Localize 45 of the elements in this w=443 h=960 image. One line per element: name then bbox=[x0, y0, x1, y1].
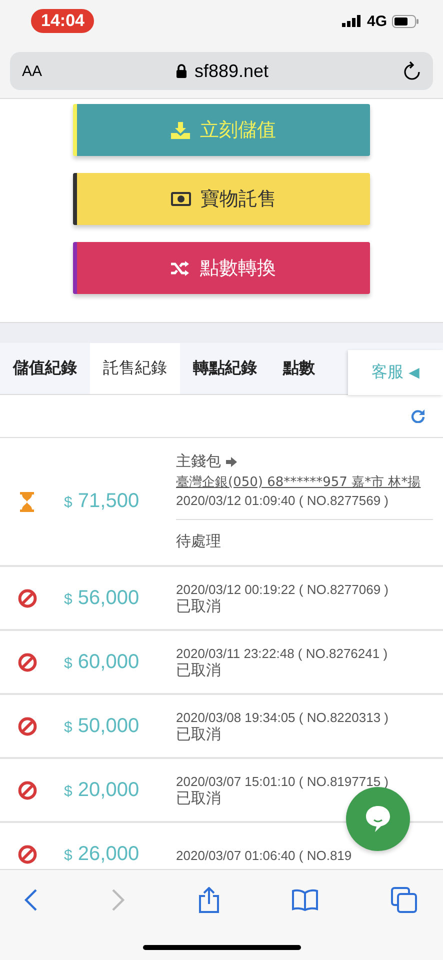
record-timestamp: 2020/03/07 15:01:10 ( NO.8197715 ) bbox=[176, 774, 390, 789]
text-size-button[interactable]: AA bbox=[22, 62, 42, 80]
amount-text: $ 20,000 bbox=[63, 778, 140, 802]
action-button[interactable]: 寶物託售 bbox=[73, 173, 370, 225]
share-icon[interactable] bbox=[198, 887, 220, 913]
chat-bubble-icon bbox=[363, 804, 393, 834]
record-timestamp: 2020/03/12 01:09:40 ( NO.8277569 ) bbox=[176, 493, 390, 508]
arrow-right-icon bbox=[226, 456, 237, 466]
wallet-label: 主錢包 bbox=[176, 452, 221, 471]
lock-icon bbox=[176, 64, 188, 78]
shuffle-icon bbox=[171, 260, 190, 276]
record-status: 已取消 bbox=[176, 725, 222, 744]
address-bar[interactable]: AA sf889.net bbox=[10, 52, 433, 90]
banknote-icon bbox=[170, 192, 190, 206]
record-timestamp: 2020/03/07 01:06:40 ( NO.819 bbox=[176, 848, 353, 862]
refresh-icon[interactable] bbox=[411, 409, 425, 423]
record-status: 已取消 bbox=[176, 789, 222, 808]
url-text: sf889.net bbox=[194, 60, 269, 82]
signal-icon bbox=[342, 15, 362, 27]
tabs-icon[interactable] bbox=[391, 887, 417, 913]
record-tab[interactable]: 儲值紀錄 bbox=[0, 343, 90, 394]
amount-text: $ 71,500 bbox=[63, 490, 140, 513]
record-tab[interactable]: 點數 bbox=[270, 343, 328, 394]
back-icon[interactable] bbox=[24, 889, 38, 911]
record-tab[interactable]: 託售紀錄 bbox=[90, 343, 180, 394]
amount-text: $ 50,000 bbox=[63, 714, 140, 738]
bank-account-link[interactable]: 臺灣企銀(050) 68******957 嘉*市 林*揚 bbox=[176, 473, 433, 491]
record-status: 待處理 bbox=[176, 532, 222, 552]
record-status: 已取消 bbox=[176, 661, 222, 680]
amount-text: $ 56,000 bbox=[63, 586, 140, 610]
amount-text: $ 26,000 bbox=[63, 842, 140, 866]
amount-text: $ 60,000 bbox=[63, 650, 140, 674]
record-tab[interactable]: 轉點紀錄 bbox=[180, 343, 270, 394]
network-label: 4G bbox=[366, 12, 387, 30]
record-timestamp: 2020/03/08 19:34:05 ( NO.8220313 ) bbox=[176, 710, 390, 725]
record-status: 已取消 bbox=[176, 597, 222, 616]
status-time: 14:04 bbox=[31, 9, 94, 33]
battery-icon bbox=[392, 14, 419, 28]
chat-button[interactable] bbox=[346, 787, 410, 851]
action-button[interactable]: 點數轉換 bbox=[73, 242, 370, 294]
book-icon[interactable] bbox=[292, 889, 318, 911]
download-icon bbox=[171, 122, 190, 138]
record-timestamp: 2020/03/11 23:22:48 ( NO.8276241 ) bbox=[176, 646, 389, 661]
reload-icon[interactable] bbox=[402, 61, 421, 81]
record-timestamp: 2020/03/12 00:19:22 ( NO.8277069 ) bbox=[176, 582, 390, 597]
